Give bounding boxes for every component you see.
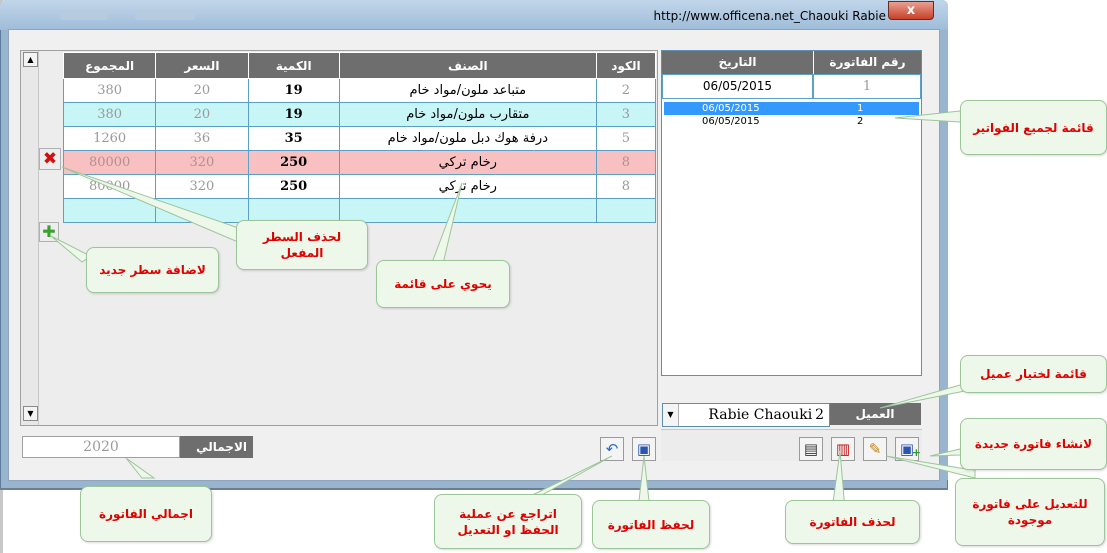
undo-button[interactable]: ↶ [600, 437, 624, 461]
annotation-add-new-row: لاضافة سطر جديد [86, 247, 219, 293]
trash-icon: ▥ [835, 440, 851, 458]
customer-name: Rabie Chaouki [708, 407, 813, 423]
cell-total[interactable]: 80000 [62, 174, 157, 199]
cell-total[interactable]: 380 [62, 78, 157, 103]
annotation-customer-list: قائمة لختيار عميل [960, 355, 1107, 393]
column-header-date[interactable]: التاريخ [662, 51, 813, 74]
table-row[interactable]: 80000 320 250 رخام تركي 8 [62, 174, 657, 199]
title-bar[interactable]: http://www.officena.net_Chaouki Rabie x [0, 0, 948, 30]
edit-invoice-button[interactable]: ✎ [863, 437, 887, 461]
customer-combobox-value[interactable]: Rabie Chaouki 2 [682, 404, 828, 426]
save-invoice-button[interactable]: ▣ [632, 437, 656, 461]
cell-qty[interactable]: 250 [247, 174, 340, 199]
annotation-edit-invoice: للتعديل على فاتورة موجودة [955, 478, 1105, 546]
cell-price[interactable]: 20 [155, 78, 249, 103]
title-bar-ghost-text [135, 10, 195, 20]
print-button[interactable]: ▤ [799, 437, 823, 461]
annotation-undo: اتراجع عن عملية الحفظ او التعديل [434, 494, 582, 549]
annotation-delete-active-row: لحذف السطر المفعل [236, 220, 368, 270]
cell-price[interactable]: 320 [155, 174, 249, 199]
annotation-all-invoices-list: قائمة لجميع الفواتير [960, 100, 1107, 155]
delete-invoice-button[interactable]: ▥ [831, 437, 855, 461]
annotation-contains-list: يحوي على قائمة [376, 260, 510, 308]
cell-qty[interactable]: 19 [247, 78, 340, 103]
table-row[interactable]: 1260 36 35 درفة هوك دبل ملون/مواد خام 5 [62, 126, 657, 151]
cell-code[interactable]: 8 [595, 174, 657, 199]
cell-qty[interactable] [247, 198, 340, 223]
delete-row-icon[interactable]: ✖ [39, 148, 61, 170]
table-row[interactable]: 380 20 19 متقارب ملون/مواد خام 3 [62, 102, 657, 127]
cell-code[interactable]: 2 [595, 78, 657, 103]
current-invoice-date[interactable]: 06/05/2015 [662, 74, 813, 99]
printer-icon: ▤ [803, 440, 819, 458]
customer-id: 2 [815, 407, 824, 423]
cell-item[interactable]: متقارب ملون/مواد خام [338, 102, 597, 127]
items-grid: المجموع السعر الكمية الصنف الكود 380 20 … [62, 52, 657, 223]
cell-item[interactable]: متباعد ملون/مواد خام [338, 78, 597, 103]
plus-icon: + [911, 446, 921, 459]
scroll-up-icon[interactable]: ▲ [23, 52, 38, 67]
annotation-save-invoice: لحفظ الفاتورة [592, 500, 710, 549]
window-border [942, 30, 948, 480]
current-invoice-number[interactable]: 1 [813, 74, 921, 99]
cell-total[interactable]: 80000 [62, 150, 157, 175]
new-invoice-button[interactable]: ▣ + [895, 437, 921, 461]
annotation-delete-invoice: لحذف الفاتورة [785, 500, 920, 544]
close-button[interactable]: x [888, 1, 934, 20]
cell-item[interactable] [338, 198, 597, 223]
table-row[interactable]: 380 20 19 متباعد ملون/مواد خام 2 [62, 78, 657, 103]
cell-price[interactable]: 320 [155, 150, 249, 175]
cell-code[interactable]: 8 [595, 150, 657, 175]
add-row-icon[interactable]: ✚ [39, 222, 59, 242]
cell-qty[interactable]: 250 [247, 150, 340, 175]
table-row-active[interactable]: 80000 320 250 رخام تركي 8 [62, 150, 657, 175]
title-bar-ghost-text [60, 10, 108, 20]
chevron-down-icon[interactable]: ▼ [663, 404, 679, 426]
column-header-item[interactable]: الصنف [338, 52, 597, 79]
customer-label: العميل [829, 403, 921, 425]
column-header-invoice-number[interactable]: رقم الفاتورة [813, 51, 921, 74]
invoice-total-label: الاجمالي [180, 436, 253, 458]
cell-code[interactable]: 3 [595, 102, 657, 127]
save-icon: ▣ [636, 440, 652, 458]
cell-price[interactable] [155, 198, 249, 223]
cell-total[interactable]: 380 [62, 102, 157, 127]
vertical-scrollbar[interactable] [21, 51, 39, 425]
invoice-number: 2 [857, 116, 864, 127]
invoice-number: 1 [857, 103, 864, 114]
window-title: http://www.officena.net_Chaouki Rabie [653, 9, 886, 23]
table-header-row: المجموع السعر الكمية الصنف الكود [62, 52, 657, 79]
cell-qty[interactable]: 35 [247, 126, 340, 151]
invoice-list-item[interactable]: 06/05/2015 2 [664, 115, 919, 128]
cell-code[interactable]: 5 [595, 126, 657, 151]
edit-icon: ✎ [868, 440, 882, 458]
invoice-total-field: 2020 [22, 436, 180, 458]
cell-price[interactable]: 20 [155, 102, 249, 127]
column-header-qty[interactable]: الكمية [247, 52, 340, 79]
undo-icon: ↶ [605, 440, 619, 458]
table-row-new[interactable] [62, 198, 657, 223]
invoice-date: 06/05/2015 [702, 103, 760, 114]
cell-item[interactable]: درفة هوك دبل ملون/مواد خام [338, 126, 597, 151]
column-header-total[interactable]: المجموع [62, 52, 157, 79]
cell-qty[interactable]: 19 [247, 102, 340, 127]
column-header-price[interactable]: السعر [155, 52, 249, 79]
cell-item[interactable]: رخام تركي [338, 150, 597, 175]
scroll-down-icon[interactable]: ▼ [23, 406, 38, 421]
invoice-list-item-selected[interactable]: 06/05/2015 1 [664, 102, 919, 115]
cell-item[interactable]: رخام تركي [338, 174, 597, 199]
invoice-date: 06/05/2015 [702, 116, 760, 127]
cell-code[interactable] [595, 198, 657, 223]
cell-total[interactable]: 1260 [62, 126, 157, 151]
annotation-new-invoice: لانشاء فاتورة جديدة [960, 418, 1107, 470]
items-table: المجموع السعر الكمية الصنف الكود 380 20 … [62, 52, 657, 223]
annotation-invoice-total: اجمالي الفاتورة [80, 486, 212, 542]
column-header-code[interactable]: الكود [595, 52, 657, 79]
cell-total[interactable] [62, 198, 157, 223]
cell-price[interactable]: 36 [155, 126, 249, 151]
